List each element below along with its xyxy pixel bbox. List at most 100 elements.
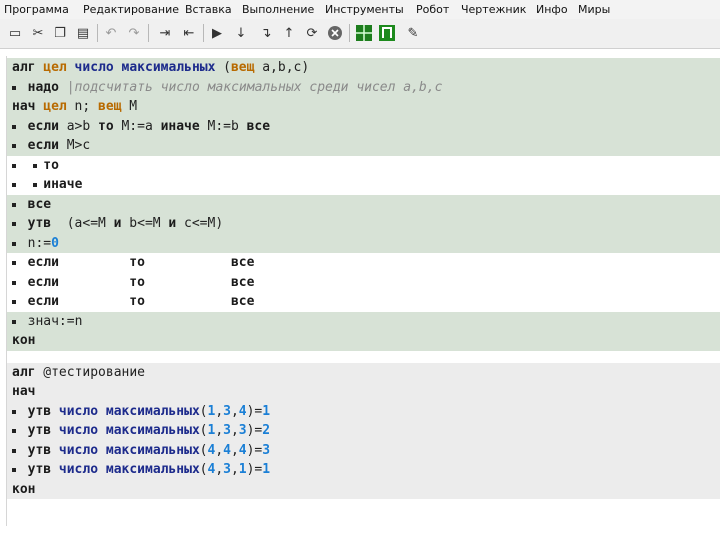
code-line[interactable]: надо |подсчитать число максимальных среди… xyxy=(7,77,720,97)
code-token: и xyxy=(113,216,122,231)
code-line[interactable]: все xyxy=(7,194,720,214)
code-token: , xyxy=(230,442,239,458)
code-token: то xyxy=(129,274,145,290)
code-token: ( xyxy=(199,403,208,419)
code-line[interactable]: кон xyxy=(7,479,720,499)
code-token: 2 xyxy=(262,423,271,438)
code-token: 3 xyxy=(223,462,231,477)
indent-marker xyxy=(12,261,16,265)
code-token: все xyxy=(27,196,52,212)
debug-icon[interactable]: ⟳ xyxy=(303,24,321,42)
code-token: , xyxy=(215,442,224,458)
edit-icon[interactable]: ✎ xyxy=(404,24,422,42)
code-line[interactable]: нач цел n; вещ M xyxy=(7,97,720,117)
menu-item-3[interactable]: Выполнение xyxy=(242,3,314,16)
code-line[interactable]: если то все xyxy=(7,292,720,312)
new-file-icon[interactable]: ▭ xyxy=(6,24,24,42)
code-token: если xyxy=(27,294,59,309)
code-token: 1 xyxy=(207,423,216,438)
stop-icon[interactable] xyxy=(326,24,344,42)
draftsman-icon[interactable] xyxy=(378,24,396,42)
code-token: M xyxy=(129,99,138,114)
code-token: 4 xyxy=(238,403,247,419)
code-token: 1 xyxy=(262,462,271,477)
code-line[interactable]: знач:=n xyxy=(7,311,720,331)
code-line[interactable]: если M>c xyxy=(7,136,720,156)
cut-icon[interactable]: ✂ xyxy=(29,24,47,42)
code-token: если xyxy=(27,255,59,270)
unindent-icon[interactable]: ⇤ xyxy=(180,24,198,42)
indent-icon[interactable]: ⇥ xyxy=(156,24,174,42)
menu-item-5[interactable]: Робот xyxy=(416,3,449,16)
menu-item-4[interactable]: Инструменты xyxy=(325,3,404,16)
redo-icon[interactable]: ↷ xyxy=(125,24,143,42)
code-line[interactable]: кон xyxy=(7,331,720,351)
code-token: ( xyxy=(223,60,231,75)
code-line[interactable]: иначе xyxy=(7,175,720,195)
code-token: |подсчитать число максимальных среди чис… xyxy=(66,79,443,95)
indent-marker xyxy=(33,183,37,187)
code-token: 3 xyxy=(238,423,247,438)
step-out-icon[interactable]: ↑ xyxy=(280,24,298,42)
code-line[interactable]: нач xyxy=(7,382,720,402)
code-token: n; xyxy=(74,99,91,114)
code-token: )= xyxy=(246,442,263,458)
code-token: , xyxy=(230,423,239,438)
code-line[interactable]: алг @тестирование xyxy=(7,362,720,382)
toolbar-separator xyxy=(97,24,98,42)
code-line[interactable]: утв число максимальных(4, 4, 4)= 3 xyxy=(7,440,720,460)
code-token: вещ xyxy=(230,60,255,75)
indent-marker xyxy=(12,448,16,453)
code-token: a>b xyxy=(66,118,91,134)
step-icon[interactable]: ↓ xyxy=(232,24,250,42)
code-editor[interactable]: алг цел число максимальных(вещ a,b,c) надо |п… xyxy=(6,56,720,526)
code-line[interactable]: n:= 0 xyxy=(7,233,720,253)
robot-icon[interactable] xyxy=(355,24,373,42)
paste-icon[interactable]: ▤ xyxy=(74,24,92,42)
code-line[interactable]: алг цел число максимальных (вещ a,b,c) xyxy=(7,58,720,78)
code-token: c<=M) xyxy=(184,216,224,231)
code-token: число максимальных xyxy=(58,442,200,458)
code-token: иначе xyxy=(43,177,83,192)
code-token: , xyxy=(215,403,224,419)
code-token: , xyxy=(230,462,239,477)
copy-icon[interactable]: ❐ xyxy=(51,24,69,42)
code-token: утв xyxy=(27,216,52,231)
code-line[interactable]: если то все xyxy=(7,272,720,292)
step-in-icon[interactable]: ↴ xyxy=(257,24,275,42)
code-token: 4 xyxy=(207,442,216,458)
code-line[interactable]: утв число максимальных(1, 3, 4)= 1 xyxy=(7,401,720,421)
code-line[interactable]: то xyxy=(7,155,720,175)
code-line[interactable]: если a>b то M:=a иначе M:=b все xyxy=(7,116,720,136)
toolbar-separator xyxy=(148,24,149,42)
code-line[interactable]: утв (a<=M и b<=M и c<=M) xyxy=(7,214,720,234)
undo-icon[interactable]: ↶ xyxy=(102,24,120,42)
menu-item-6[interactable]: Чертежник xyxy=(461,3,526,16)
code-token: b<=M xyxy=(129,216,161,231)
menu-item-2[interactable]: Вставка xyxy=(185,3,232,16)
code-token: ( xyxy=(199,442,208,458)
code-token: 1 xyxy=(262,403,271,419)
code-line[interactable]: утв число максимальных(4, 3, 1)= 1 xyxy=(7,460,720,480)
code-line[interactable]: если то все xyxy=(7,253,720,273)
indent-marker xyxy=(12,163,16,168)
code-line[interactable]: утв число максимальных(1, 3, 3)= 2 xyxy=(7,421,720,441)
run-icon[interactable]: ▶ xyxy=(208,24,226,42)
code-token: 3 xyxy=(223,423,231,438)
menu-item-8[interactable]: Миры xyxy=(578,3,610,16)
code-token: нач xyxy=(12,384,36,399)
code-token: 3 xyxy=(223,403,231,419)
code-token: кон xyxy=(12,333,36,348)
code-token: алг xyxy=(12,60,36,75)
menu-item-7[interactable]: Инфо xyxy=(536,3,568,16)
code-token: число максимальных xyxy=(74,60,216,75)
code-token: число максимальных xyxy=(58,462,200,477)
code-token: если xyxy=(27,138,59,153)
code-token: утв xyxy=(27,403,52,419)
indent-marker xyxy=(12,241,16,246)
indent-marker xyxy=(12,183,16,187)
code-token: утв xyxy=(27,423,52,438)
code-token: 0 xyxy=(51,235,59,251)
menu-item-0[interactable]: Программа xyxy=(4,3,69,16)
menu-item-1[interactable]: Редактирование xyxy=(83,3,179,16)
